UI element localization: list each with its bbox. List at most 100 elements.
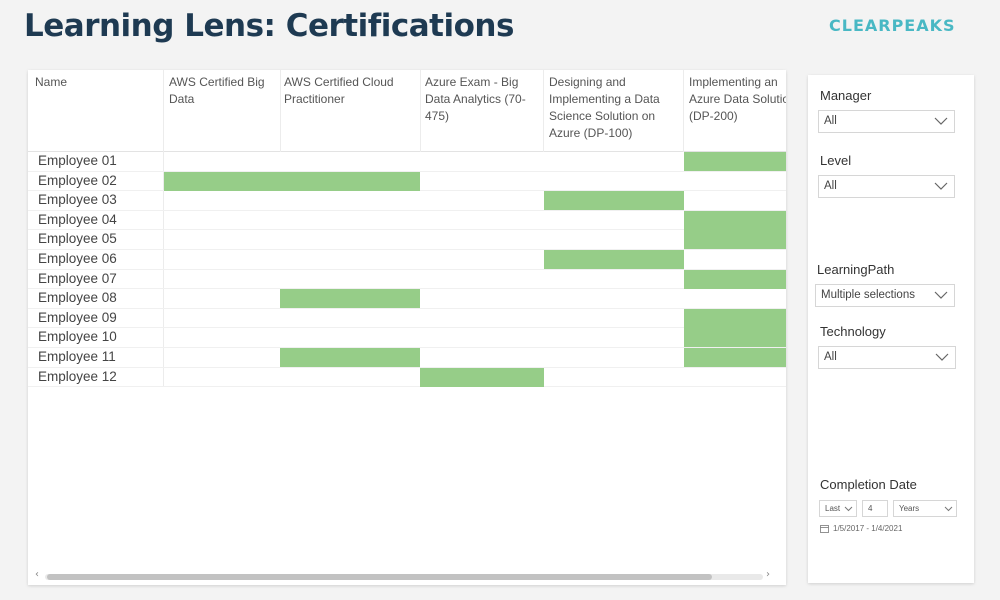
table-row[interactable]: Employee 12 (28, 367, 786, 388)
table-row[interactable]: Employee 04 (28, 210, 786, 231)
scroll-right-arrow-icon[interactable]: › (766, 569, 770, 580)
certification-cell-empty[interactable] (420, 211, 544, 230)
certification-cell-empty[interactable] (280, 368, 420, 387)
certification-cell-empty[interactable] (164, 152, 280, 171)
name-column-header[interactable]: Name (30, 74, 160, 150)
certification-cell-empty[interactable] (164, 328, 280, 347)
certification-cell-achieved[interactable] (280, 171, 420, 191)
technology-dropdown[interactable]: All (818, 346, 956, 369)
certification-cell-empty[interactable] (544, 152, 684, 171)
certification-cell-achieved[interactable] (280, 289, 420, 309)
table-row[interactable]: Employee 08 (28, 289, 786, 309)
certification-cell-achieved[interactable] (420, 367, 544, 387)
chevron-down-icon (934, 291, 948, 299)
manager-dropdown[interactable]: All (818, 110, 955, 133)
certification-cell-empty[interactable] (164, 270, 280, 289)
certification-cell-empty[interactable] (420, 348, 544, 367)
scroll-thumb[interactable] (47, 574, 712, 580)
certification-cell-empty[interactable] (280, 250, 420, 269)
table-row[interactable]: Employee 11 (28, 348, 786, 368)
table-row[interactable]: Employee 10 (28, 328, 786, 348)
certification-cell-empty[interactable] (164, 211, 280, 230)
certification-cell-achieved[interactable] (684, 210, 786, 230)
certification-cell-achieved[interactable] (684, 308, 786, 328)
employee-name: Employee 03 (38, 192, 117, 208)
table-row[interactable]: Employee 02 (28, 171, 786, 192)
page-title: Learning Lens: Certifications (24, 8, 514, 44)
certification-cell-achieved[interactable] (280, 348, 420, 367)
certification-cell-empty[interactable] (420, 289, 544, 308)
certification-cell-empty[interactable] (420, 152, 544, 171)
scroll-left-arrow-icon[interactable]: ‹ (35, 569, 39, 580)
certification-cell-achieved[interactable] (684, 348, 786, 367)
certification-cell-empty[interactable] (684, 368, 786, 387)
column-header-dp-200[interactable]: Implementing an Azure Data Solution (DP-… (684, 74, 786, 150)
certification-cell-empty[interactable] (420, 191, 544, 210)
certification-cell-empty[interactable] (164, 348, 280, 367)
certification-cell-empty[interactable] (544, 328, 684, 347)
certification-cell-empty[interactable] (164, 368, 280, 387)
certification-cell-empty[interactable] (684, 191, 786, 210)
period-unit-select[interactable]: Years (893, 500, 957, 517)
certification-cell-empty[interactable] (544, 309, 684, 328)
certification-cell-achieved[interactable] (684, 152, 786, 171)
learningpath-dropdown[interactable]: Multiple selections (815, 284, 955, 307)
certification-cell-achieved[interactable] (164, 171, 280, 191)
certification-cell-empty[interactable] (544, 270, 684, 289)
period-count-input[interactable]: 4 (862, 500, 888, 517)
certification-cell-empty[interactable] (544, 368, 684, 387)
certification-cell-empty[interactable] (420, 230, 544, 249)
certification-cell-empty[interactable] (164, 309, 280, 328)
manager-slicer-title: Manager (820, 88, 872, 103)
certification-cell-empty[interactable] (684, 250, 786, 269)
certification-cell-empty[interactable] (280, 270, 420, 289)
certification-cell-empty[interactable] (164, 289, 280, 308)
certification-cell-empty[interactable] (280, 230, 420, 249)
certification-cell-empty[interactable] (280, 191, 420, 210)
certifications-matrix: Name AWS Certified Big Data AWS Certifie… (28, 70, 786, 585)
employee-name: Employee 01 (38, 153, 117, 168)
certification-cell-empty[interactable] (420, 270, 544, 289)
table-row[interactable]: Employee 07 (28, 269, 786, 290)
certification-cell-empty[interactable] (280, 328, 420, 347)
certification-cell-empty[interactable] (420, 309, 544, 328)
table-row[interactable]: Employee 05 (28, 230, 786, 250)
certification-cell-achieved[interactable] (684, 269, 786, 289)
calendar-icon (820, 525, 829, 533)
certification-cell-empty[interactable] (544, 211, 684, 230)
certification-cell-empty[interactable] (280, 211, 420, 230)
column-header-dp-200-text: Implementing an Azure Data Solution (DP-… (689, 75, 786, 123)
table-row[interactable]: Employee 06 (28, 250, 786, 270)
relative-period-select[interactable]: Last (819, 500, 857, 517)
table-row[interactable]: Employee 03 (28, 191, 786, 211)
certification-cell-empty[interactable] (420, 250, 544, 269)
certification-cell-achieved[interactable] (684, 328, 786, 348)
level-dropdown[interactable]: All (818, 175, 955, 198)
certification-cell-empty[interactable] (280, 309, 420, 328)
certification-cell-empty[interactable] (420, 172, 544, 191)
certification-cell-empty[interactable] (164, 191, 280, 210)
certification-cell-empty[interactable] (280, 152, 420, 171)
certification-cell-empty[interactable] (164, 250, 280, 269)
employee-name: Employee 09 (38, 309, 117, 325)
table-row[interactable]: Employee 01 (28, 152, 786, 172)
certification-cell-achieved[interactable] (544, 250, 684, 269)
column-header-aws-big-data[interactable]: AWS Certified Big Data (164, 74, 281, 150)
certification-cell-empty[interactable] (544, 172, 684, 191)
certification-cell-empty[interactable] (684, 289, 786, 308)
chevron-down-icon (934, 182, 948, 190)
column-header-azure-70-475[interactable]: Azure Exam - Big Data Analytics (70-475) (420, 74, 543, 150)
certification-cell-achieved[interactable] (684, 230, 786, 250)
horizontal-scrollbar[interactable]: ‹ › (33, 569, 775, 581)
certification-cell-empty[interactable] (544, 230, 684, 249)
certification-cell-empty[interactable] (544, 289, 684, 308)
column-header-dp-100[interactable]: Designing and Implementing a Data Scienc… (544, 74, 684, 150)
table-row[interactable]: Employee 09 (28, 308, 786, 329)
certification-cell-empty[interactable] (684, 172, 786, 191)
column-header-aws-cloud-practitioner[interactable]: AWS Certified Cloud Practitioner (279, 74, 419, 150)
learningpath-dropdown-value: Multiple selections (821, 289, 915, 301)
certification-cell-empty[interactable] (164, 230, 280, 249)
certification-cell-achieved[interactable] (544, 191, 684, 211)
certification-cell-empty[interactable] (420, 328, 544, 347)
certification-cell-empty[interactable] (544, 348, 684, 367)
